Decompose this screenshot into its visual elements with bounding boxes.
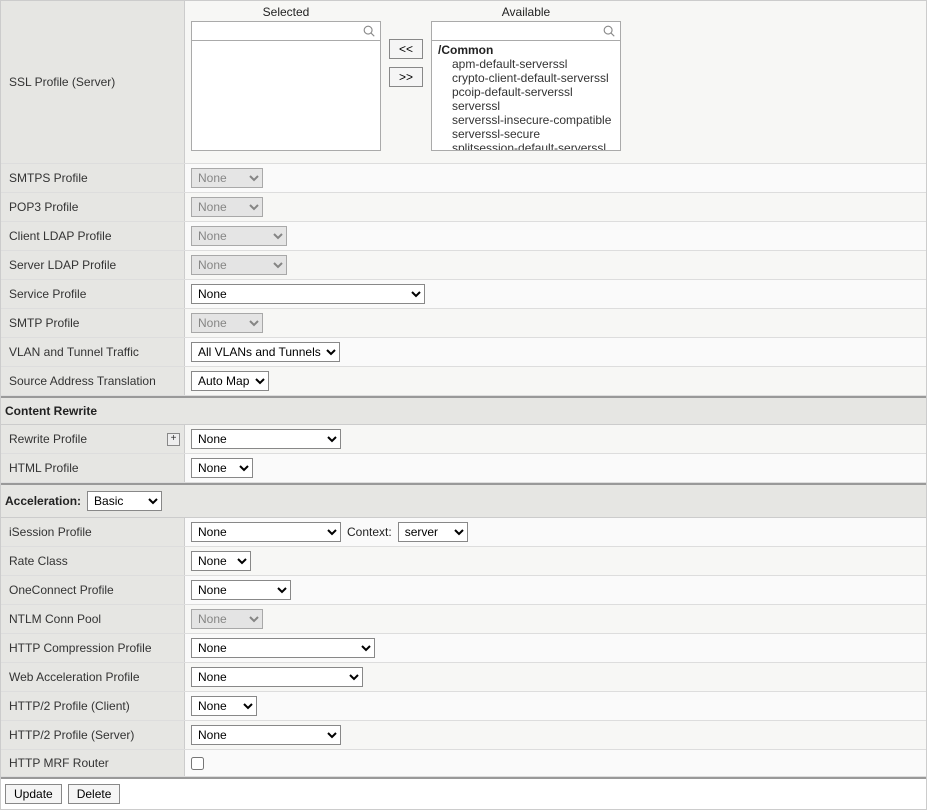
ntlm-conn-pool-select: None: [191, 609, 263, 629]
ntlm-conn-pool-label: NTLM Conn Pool: [1, 605, 185, 633]
list-item[interactable]: crypto-client-default-serverssl: [432, 71, 620, 85]
rewrite-profile-select[interactable]: None: [191, 429, 341, 449]
service-profile-label: Service Profile: [1, 280, 185, 308]
footer-actions: Update Delete: [1, 777, 926, 809]
move-right-button[interactable]: >>: [389, 67, 423, 87]
list-item[interactable]: serverssl-secure: [432, 127, 620, 141]
content-rewrite-section: Content Rewrite: [1, 396, 926, 425]
smtps-profile-label: SMTPS Profile: [1, 164, 185, 192]
http2-profile-client-label: HTTP/2 Profile (Client): [1, 692, 185, 720]
oneconnect-profile-label: OneConnect Profile: [1, 576, 185, 604]
pop3-profile-select: None: [191, 197, 263, 217]
ssl-profile-dual-list: Selected << >> Available: [191, 3, 621, 159]
http2-profile-client-select[interactable]: None: [191, 696, 257, 716]
ssl-profile-server-label: SSL Profile (Server): [1, 1, 185, 163]
server-ldap-profile-label: Server LDAP Profile: [1, 251, 185, 279]
selected-listbox[interactable]: [191, 41, 381, 151]
web-acceleration-profile-select[interactable]: None: [191, 667, 363, 687]
service-profile-select[interactable]: None: [191, 284, 425, 304]
source-address-translation-select[interactable]: Auto Map: [191, 371, 269, 391]
http2-profile-server-label: HTTP/2 Profile (Server): [1, 721, 185, 749]
acceleration-section: Acceleration: Basic: [1, 483, 926, 518]
delete-button[interactable]: Delete: [68, 784, 121, 804]
available-search-wrap: [431, 21, 621, 41]
html-profile-select[interactable]: None: [191, 458, 253, 478]
source-address-translation-label: Source Address Translation: [1, 367, 185, 395]
move-left-button[interactable]: <<: [389, 39, 423, 59]
available-listbox[interactable]: /Common apm-default-serverssl crypto-cli…: [431, 41, 621, 151]
plus-icon[interactable]: +: [167, 433, 180, 446]
update-button[interactable]: Update: [5, 784, 62, 804]
available-search-input[interactable]: [432, 22, 620, 40]
vlan-tunnel-traffic-select[interactable]: All VLANs and Tunnels: [191, 342, 340, 362]
isession-context-select[interactable]: server: [398, 522, 468, 542]
client-ldap-profile-label: Client LDAP Profile: [1, 222, 185, 250]
rewrite-profile-label: Rewrite Profile +: [1, 425, 185, 453]
smtp-profile-label: SMTP Profile: [1, 309, 185, 337]
context-label: Context:: [347, 525, 392, 539]
selected-search-wrap: [191, 21, 381, 41]
list-item[interactable]: splitsession-default-serverssl: [432, 141, 620, 151]
web-acceleration-profile-label: Web Acceleration Profile: [1, 663, 185, 691]
server-ldap-profile-select: None: [191, 255, 287, 275]
list-item[interactable]: serverssl-insecure-compatible: [432, 113, 620, 127]
http2-profile-server-select[interactable]: None: [191, 725, 341, 745]
smtp-profile-select: None: [191, 313, 263, 333]
ssl-profile-server-text: SSL Profile (Server): [9, 75, 115, 89]
selected-search-input[interactable]: [192, 22, 380, 40]
http-compression-profile-select[interactable]: None: [191, 638, 375, 658]
client-ldap-profile-select: None: [191, 226, 287, 246]
rate-class-label: Rate Class: [1, 547, 185, 575]
content-rewrite-header-text: Content Rewrite: [5, 404, 97, 418]
smtps-profile-select: None: [191, 168, 263, 188]
acceleration-mode-select[interactable]: Basic: [87, 491, 162, 511]
http-mrf-router-label: HTTP MRF Router: [1, 750, 185, 776]
vlan-tunnel-traffic-label: VLAN and Tunnel Traffic: [1, 338, 185, 366]
list-item[interactable]: serverssl: [432, 99, 620, 113]
list-item[interactable]: apm-default-serverssl: [432, 57, 620, 71]
rate-class-select[interactable]: None: [191, 551, 251, 571]
http-compression-profile-label: HTTP Compression Profile: [1, 634, 185, 662]
oneconnect-profile-select[interactable]: None: [191, 580, 291, 600]
http-mrf-router-checkbox[interactable]: [191, 757, 204, 770]
available-header: Available: [502, 5, 550, 19]
isession-profile-label: iSession Profile: [1, 518, 185, 546]
list-item[interactable]: pcoip-default-serverssl: [432, 85, 620, 99]
selected-header: Selected: [263, 5, 310, 19]
list-group[interactable]: /Common: [432, 43, 620, 57]
acceleration-header-text: Acceleration:: [5, 494, 81, 508]
html-profile-label: HTML Profile: [1, 454, 185, 482]
isession-profile-select[interactable]: None: [191, 522, 341, 542]
pop3-profile-label: POP3 Profile: [1, 193, 185, 221]
